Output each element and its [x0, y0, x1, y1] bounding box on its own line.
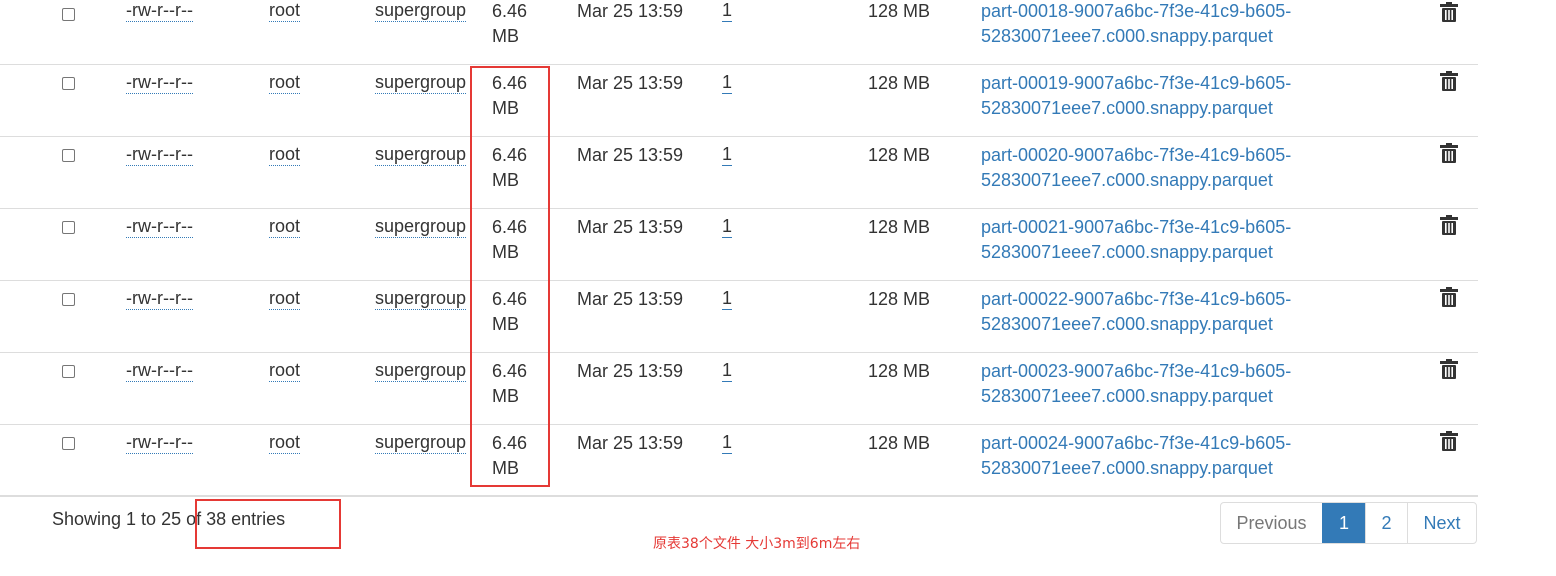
table-row: -rw-r--r-- root supergroup 6.46 MB Mar 2…: [0, 281, 1478, 353]
file-name-link[interactable]: part-00023-9007a6bc-7f3e-41c9-b605-52830…: [981, 359, 1341, 409]
permission-link[interactable]: -rw-r--r--: [126, 71, 193, 94]
last-modified: Mar 25 13:59: [577, 1, 684, 21]
trash-icon[interactable]: [1440, 359, 1458, 379]
trash-icon[interactable]: [1440, 287, 1458, 307]
trash-icon[interactable]: [1440, 143, 1458, 163]
owner-link[interactable]: root: [269, 143, 301, 166]
row-checkbox[interactable]: [62, 149, 75, 162]
owner-link[interactable]: root: [269, 359, 301, 382]
replication-link[interactable]: 1: [722, 287, 733, 310]
permission-link[interactable]: -rw-r--r--: [126, 215, 193, 238]
group-link[interactable]: supergroup: [375, 431, 467, 454]
permission-link[interactable]: -rw-r--r--: [126, 431, 193, 454]
last-modified: Mar 25 13:59: [577, 433, 684, 453]
group-link[interactable]: supergroup: [375, 71, 467, 94]
trash-icon[interactable]: [1440, 2, 1458, 22]
previous-page-button[interactable]: Previous: [1221, 503, 1322, 543]
replication-link[interactable]: 1: [722, 71, 733, 94]
block-size: 128 MB: [868, 73, 931, 93]
table-row: -rw-r--r-- root supergroup 6.46 MB Mar 2…: [0, 0, 1478, 65]
last-modified: Mar 25 13:59: [577, 217, 684, 237]
annotation-note: 原表38个文件 大小3m到6m左右: [653, 536, 861, 552]
trash-icon[interactable]: [1440, 431, 1458, 451]
replication-link[interactable]: 1: [722, 0, 733, 22]
block-size: 128 MB: [868, 289, 931, 309]
file-table: -rw-r--r-- root supergroup 6.46 MB Mar 2…: [0, 0, 1478, 497]
file-name-link[interactable]: part-00024-9007a6bc-7f3e-41c9-b605-52830…: [981, 431, 1341, 481]
table-row: -rw-r--r-- root supergroup 6.46 MB Mar 2…: [0, 137, 1478, 209]
last-modified: Mar 25 13:59: [577, 361, 684, 381]
group-link[interactable]: supergroup: [375, 359, 467, 382]
permission-link[interactable]: -rw-r--r--: [126, 287, 193, 310]
table-row: -rw-r--r-- root supergroup 6.46 MB Mar 2…: [0, 425, 1478, 497]
table-row: -rw-r--r-- root supergroup 6.46 MB Mar 2…: [0, 353, 1478, 425]
block-size: 128 MB: [868, 1, 931, 21]
file-size: 6.46 MB: [492, 217, 528, 262]
group-link[interactable]: supergroup: [375, 215, 467, 238]
file-name-link[interactable]: part-00018-9007a6bc-7f3e-41c9-b605-52830…: [981, 0, 1341, 49]
group-link[interactable]: supergroup: [375, 143, 467, 166]
group-link[interactable]: supergroup: [375, 287, 467, 310]
permission-link[interactable]: -rw-r--r--: [126, 0, 193, 22]
row-checkbox[interactable]: [62, 293, 75, 306]
replication-link[interactable]: 1: [722, 431, 733, 454]
file-size: 6.46 MB: [492, 289, 528, 334]
row-checkbox[interactable]: [62, 365, 75, 378]
replication-link[interactable]: 1: [722, 359, 733, 382]
file-size: 6.46 MB: [492, 361, 528, 406]
file-size: 6.46 MB: [492, 145, 528, 190]
file-name-link[interactable]: part-00021-9007a6bc-7f3e-41c9-b605-52830…: [981, 215, 1341, 265]
page-1-button[interactable]: 1: [1322, 503, 1365, 543]
permission-link[interactable]: -rw-r--r--: [126, 359, 193, 382]
block-size: 128 MB: [868, 361, 931, 381]
permission-link[interactable]: -rw-r--r--: [126, 143, 193, 166]
owner-link[interactable]: root: [269, 0, 301, 22]
owner-link[interactable]: root: [269, 431, 301, 454]
owner-link[interactable]: root: [269, 71, 301, 94]
block-size: 128 MB: [868, 145, 931, 165]
table-row: -rw-r--r-- root supergroup 6.46 MB Mar 2…: [0, 65, 1478, 137]
file-name-link[interactable]: part-00019-9007a6bc-7f3e-41c9-b605-52830…: [981, 71, 1341, 121]
replication-link[interactable]: 1: [722, 215, 733, 238]
next-page-button[interactable]: Next: [1407, 503, 1476, 543]
page-2-button[interactable]: 2: [1365, 503, 1407, 543]
entries-info: Showing 1 to 25 of 38 entries: [52, 509, 286, 529]
last-modified: Mar 25 13:59: [577, 289, 684, 309]
row-checkbox[interactable]: [62, 8, 75, 21]
file-name-link[interactable]: part-00022-9007a6bc-7f3e-41c9-b605-52830…: [981, 287, 1341, 337]
file-size: 6.46 MB: [492, 73, 528, 118]
owner-link[interactable]: root: [269, 215, 301, 238]
row-checkbox[interactable]: [62, 437, 75, 450]
replication-link[interactable]: 1: [722, 143, 733, 166]
file-size: 6.46 MB: [492, 1, 528, 46]
block-size: 128 MB: [868, 433, 931, 453]
last-modified: Mar 25 13:59: [577, 145, 684, 165]
group-link[interactable]: supergroup: [375, 0, 467, 22]
last-modified: Mar 25 13:59: [577, 73, 684, 93]
file-name-link[interactable]: part-00020-9007a6bc-7f3e-41c9-b605-52830…: [981, 143, 1341, 193]
row-checkbox[interactable]: [62, 221, 75, 234]
table-row: -rw-r--r-- root supergroup 6.46 MB Mar 2…: [0, 209, 1478, 281]
pagination: Previous 1 2 Next: [1220, 502, 1477, 544]
row-checkbox[interactable]: [62, 77, 75, 90]
block-size: 128 MB: [868, 217, 931, 237]
trash-icon[interactable]: [1440, 71, 1458, 91]
owner-link[interactable]: root: [269, 287, 301, 310]
trash-icon[interactable]: [1440, 215, 1458, 235]
file-size: 6.46 MB: [492, 433, 528, 478]
